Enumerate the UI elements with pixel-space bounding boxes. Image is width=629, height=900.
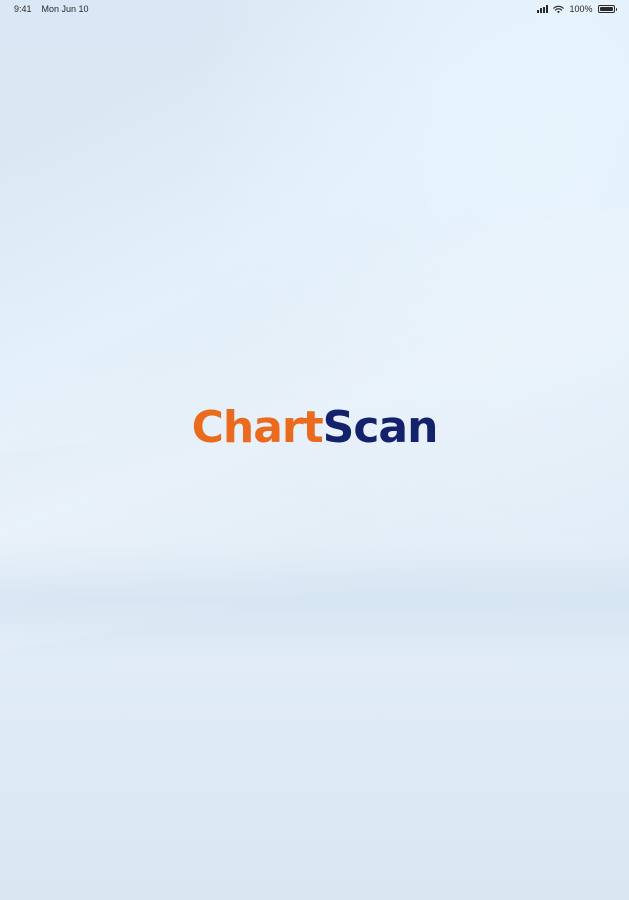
- status-left: 9:41 Mon Jun 10: [14, 4, 89, 14]
- status-bar: 9:41 Mon Jun 10 100%: [0, 0, 629, 18]
- logo-text-scan: Scan: [322, 402, 439, 453]
- background-band-top: [0, 0, 629, 461]
- status-time: 9:41: [14, 4, 32, 14]
- status-right: 100%: [537, 4, 617, 14]
- cellular-signal-icon: [537, 5, 549, 13]
- battery-percent: 100%: [569, 4, 593, 14]
- splash-screen: 9:41 Mon Jun 10 100% ChartScan: [0, 0, 629, 900]
- battery-icon: [597, 5, 617, 13]
- wifi-icon: [553, 5, 565, 13]
- background-band-lower: [0, 540, 629, 660]
- logo-text-chart: Chart: [191, 402, 324, 453]
- status-date: Mon Jun 10: [41, 4, 89, 14]
- battery-fill: [599, 7, 613, 11]
- app-logo: ChartScan: [0, 398, 629, 458]
